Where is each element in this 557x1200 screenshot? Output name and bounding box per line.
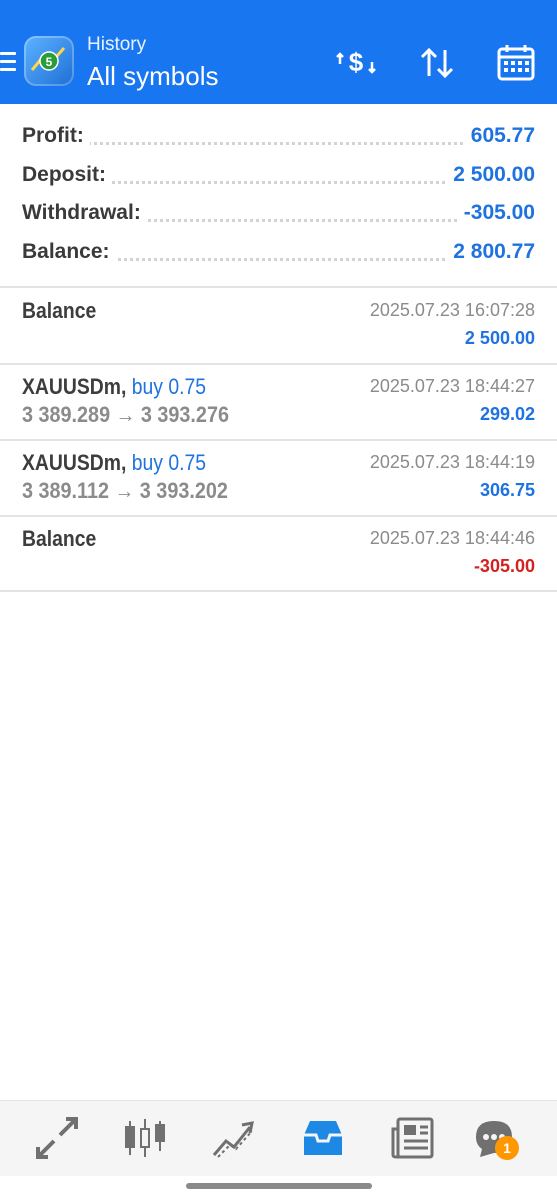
deal-prices: 3 389.112 → 3 393.202 <box>22 478 228 503</box>
svg-text:5: 5 <box>46 55 53 69</box>
deal-amount: 299.02 <box>479 404 535 424</box>
summary-value: 2 500.00 <box>447 162 535 187</box>
summary-value: 2 800.77 <box>447 239 535 264</box>
sort-icon[interactable] <box>415 42 459 84</box>
summary-label: Profit: <box>22 124 90 148</box>
divider <box>0 590 557 592</box>
deal-time: 2025.07.23 16:07:28 <box>369 300 535 320</box>
deal-prices: 3 389.289 → 3 393.276 <box>22 402 229 427</box>
dollar-swap-icon[interactable]: $ <box>334 42 378 84</box>
summary-label: Deposit: <box>22 162 112 187</box>
app-header: 5 History All symbols $ <box>0 0 557 104</box>
summary-value: 605.77 <box>464 124 535 148</box>
divider <box>0 363 557 365</box>
deal-title: XAUUSDm, buy 0.75 <box>22 374 207 399</box>
summary-row-deposit: Deposit: 2 500.00 <box>0 159 557 198</box>
trade-icon[interactable] <box>210 1115 256 1161</box>
deal-title: Balance <box>22 526 97 551</box>
summary-row-balance: Balance: 2 800.77 <box>0 236 557 275</box>
deal-title: Balance <box>22 298 97 323</box>
divider <box>0 439 557 441</box>
header-title[interactable]: All symbols <box>87 61 218 92</box>
history-summary: Profit: 605.77 Deposit: 2 500.00 Withdra… <box>0 120 557 274</box>
summary-row-withdrawal: Withdrawal: -305.00 <box>0 197 557 236</box>
deal-side: buy 0.75 <box>131 374 207 399</box>
deal-row[interactable]: XAUUSDm, buy 0.75 3 389.289 → 3 393.276 … <box>0 366 557 440</box>
deal-row[interactable]: XAUUSDm, buy 0.75 3 389.112 → 3 393.202 … <box>0 442 557 516</box>
deal-amount: 306.75 <box>479 480 535 500</box>
summary-value: -305.00 <box>457 201 535 225</box>
deal-title: XAUUSDm, buy 0.75 <box>22 450 207 475</box>
divider <box>0 515 557 517</box>
app-logo: 5 <box>24 36 74 86</box>
deal-row[interactable]: Balance 2025.07.23 18:44:46 -305.00 <box>0 518 557 592</box>
header-subtitle: History <box>87 34 147 55</box>
deal-side: buy 0.75 <box>131 450 207 475</box>
history-icon[interactable] <box>300 1115 346 1161</box>
divider <box>0 286 557 288</box>
summary-label: Withdrawal: <box>22 201 147 225</box>
summary-label: Balance: <box>22 239 116 264</box>
news-icon[interactable] <box>390 1115 436 1161</box>
chat-badge: 1 <box>495 1136 519 1160</box>
calendar-icon[interactable] <box>494 42 538 84</box>
home-indicator[interactable] <box>186 1183 372 1189</box>
deal-time: 2025.07.23 18:44:19 <box>369 452 535 472</box>
bottom-nav <box>0 1100 557 1176</box>
menu-icon[interactable] <box>0 52 16 72</box>
deal-row[interactable]: Balance 2025.07.23 16:07:28 2 500.00 <box>0 290 557 364</box>
deal-time: 2025.07.23 18:44:46 <box>369 528 535 548</box>
chart-icon[interactable] <box>122 1115 168 1161</box>
svg-text:$: $ <box>349 47 364 77</box>
summary-row-profit: Profit: 605.77 <box>0 120 557 159</box>
deal-amount: 2 500.00 <box>464 328 535 348</box>
quotes-icon[interactable] <box>34 1115 80 1161</box>
deal-time: 2025.07.23 18:44:27 <box>369 376 535 396</box>
deal-amount: -305.00 <box>473 556 535 576</box>
